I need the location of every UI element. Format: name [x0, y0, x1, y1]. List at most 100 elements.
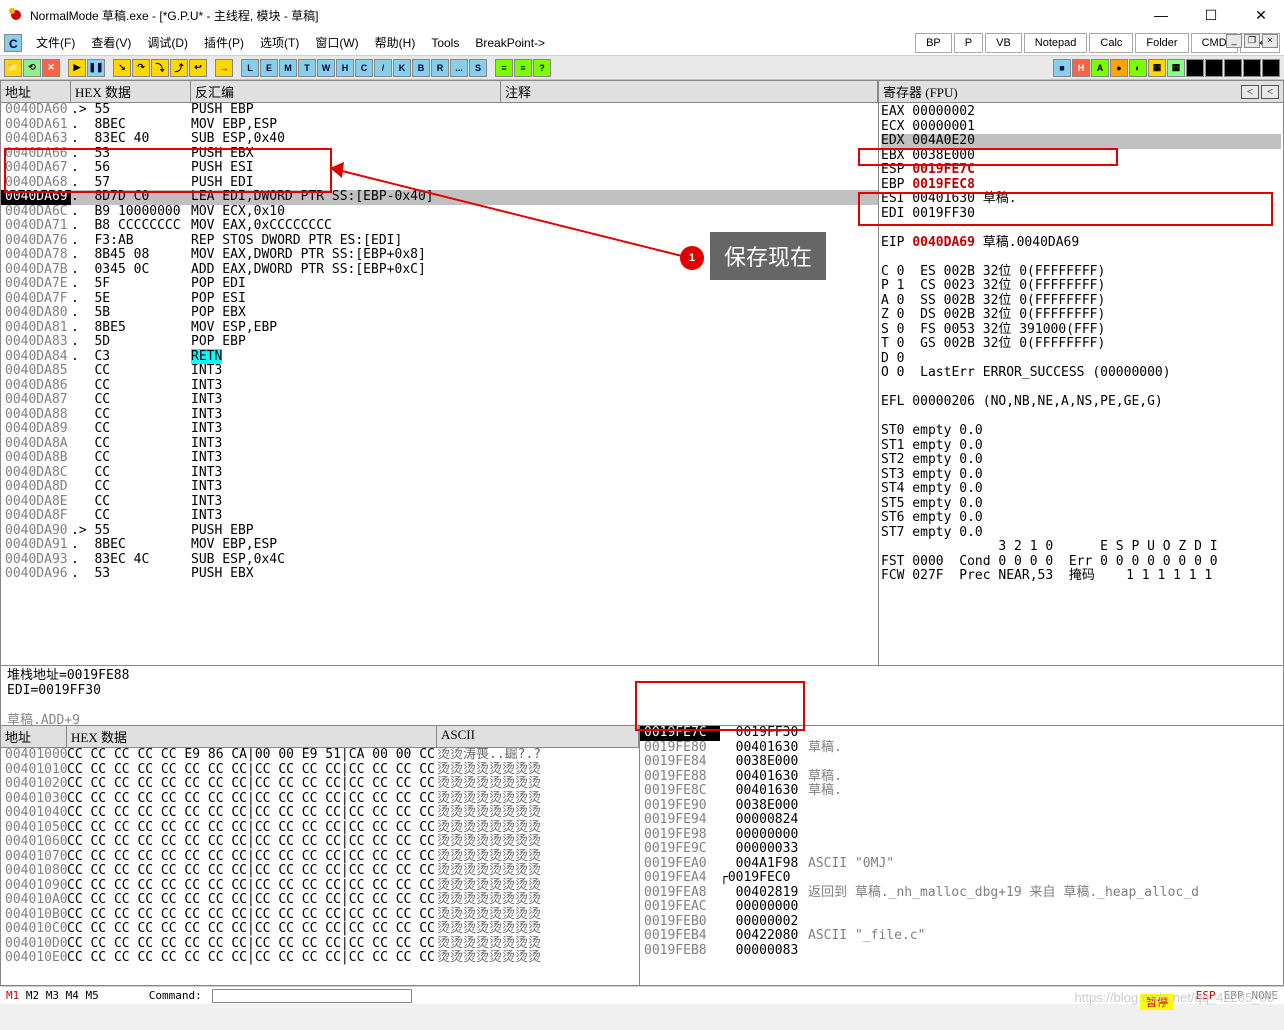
menu-插件(P)[interactable]: 插件(P) — [196, 32, 252, 54]
disasm-row[interactable]: 0040DA89 CC INT3 — [1, 422, 878, 437]
toolbar-T[interactable]: T — [298, 59, 316, 77]
step-over-button[interactable]: ↷ — [132, 59, 150, 77]
disasm-row[interactable]: 0040DA84. C3 RETN — [1, 350, 878, 365]
pause-button[interactable]: ❚❚ — [87, 59, 105, 77]
reg-fwd-button[interactable]: < — [1261, 85, 1279, 99]
menu-文件(F)[interactable]: 文件(F) — [28, 32, 83, 54]
dump-row[interactable]: 004010C0CC CC CC CC CC CC CC CC|CC CC CC… — [1, 922, 639, 937]
stack-row[interactable]: 0019FE7C 0019FF30 — [640, 726, 1283, 741]
dump-row[interactable]: 00401080CC CC CC CC CC CC CC CC|CC CC CC… — [1, 864, 639, 879]
stack-row[interactable]: 0019FE84 0038E000 — [640, 755, 1283, 770]
dump-row[interactable]: 004010D0CC CC CC CC CC CC CC CC|CC CC CC… — [1, 937, 639, 952]
disasm-row[interactable]: 0040DA7F. 5E POP ESI — [1, 292, 878, 307]
maximize-button[interactable]: ☐ — [1196, 7, 1226, 24]
disasm-row[interactable]: 0040DA6C. B9 10000000MOV ECX,0x10 — [1, 205, 878, 220]
disasm-row[interactable]: 0040DA86 CC INT3 — [1, 379, 878, 394]
menu-窗口(W)[interactable]: 窗口(W) — [307, 32, 366, 54]
disasm-row[interactable]: 0040DA85 CC INT3 — [1, 364, 878, 379]
toolbar-W[interactable]: W — [317, 59, 335, 77]
menubtn-folder[interactable]: Folder — [1135, 33, 1188, 53]
menubtn-calc[interactable]: Calc — [1089, 33, 1133, 53]
disassembly-pane[interactable]: 地址 HEX 数据 反汇编 注释 0040DA60.> 55 PUSH EBP0… — [0, 80, 879, 666]
menubtn-bp[interactable]: BP — [915, 33, 952, 53]
minimize-button[interactable]: — — [1146, 7, 1176, 24]
stack-row[interactable]: 0019FE98 00000000 — [640, 828, 1283, 843]
dump-row[interactable]: 00401020CC CC CC CC CC CC CC CC|CC CC CC… — [1, 777, 639, 792]
disasm-row[interactable]: 0040DA8A CC INT3 — [1, 437, 878, 452]
menubtn-p[interactable]: P — [954, 33, 983, 53]
disasm-row[interactable]: 0040DA8E CC INT3 — [1, 495, 878, 510]
disasm-row[interactable]: 0040DA63. 83EC 40 SUB ESP,0x40 — [1, 132, 878, 147]
dump-row[interactable]: 004010A0CC CC CC CC CC CC CC CC|CC CC CC… — [1, 893, 639, 908]
reg-back-button[interactable]: < — [1241, 85, 1259, 99]
disasm-row[interactable]: 0040DA66. 53 PUSH EBX — [1, 147, 878, 162]
status-M5[interactable]: M5 — [86, 989, 99, 1002]
registers-pane[interactable]: 寄存器 (FPU) < < EAX 00000002ECX 00000001ED… — [879, 80, 1284, 666]
stack-row[interactable]: 0019FEA0 004A1F98ASCII "0MJ" — [640, 857, 1283, 872]
disasm-row[interactable]: 0040DA96. 53 PUSH EBX — [1, 567, 878, 582]
toolbar-C[interactable]: C — [355, 59, 373, 77]
status-M4[interactable]: M4 — [66, 989, 86, 1002]
menubtn-vb[interactable]: VB — [985, 33, 1022, 53]
menu-Tools[interactable]: Tools — [423, 32, 467, 54]
dump-row[interactable]: 00401070CC CC CC CC CC CC CC CC|CC CC CC… — [1, 850, 639, 865]
dump-row[interactable]: 004010E0CC CC CC CC CC CC CC CC|CC CC CC… — [1, 951, 639, 966]
mdi-close[interactable]: × — [1262, 34, 1278, 48]
disasm-row[interactable]: 0040DA90.> 55 PUSH EBP — [1, 524, 878, 539]
toolbar-...[interactable]: ... — [450, 59, 468, 77]
plugin-5[interactable]: ◐ — [1129, 59, 1147, 77]
dump-row[interactable]: 00401010CC CC CC CC CC CC CC CC|CC CC CC… — [1, 763, 639, 778]
stack-row[interactable]: 0019FE94 00000824 — [640, 813, 1283, 828]
plugin-1[interactable]: ■ — [1053, 59, 1071, 77]
disasm-row[interactable]: 0040DA87 CC INT3 — [1, 393, 878, 408]
disasm-row[interactable]: 0040DA91. 8BEC MOV EBP,ESP — [1, 538, 878, 553]
status-M3[interactable]: M3 — [46, 989, 66, 1002]
disasm-row[interactable]: 0040DA68. 57 PUSH EDI — [1, 176, 878, 191]
execute-till-return-button[interactable]: ↩ — [189, 59, 207, 77]
dump-row[interactable]: 00401090CC CC CC CC CC CC CC CC|CC CC CC… — [1, 879, 639, 894]
dump-row[interactable]: 00401050CC CC CC CC CC CC CC CC|CC CC CC… — [1, 821, 639, 836]
stack-row[interactable]: 0019FE9C 00000033 — [640, 842, 1283, 857]
stack-row[interactable]: 0019FEB4 00422080ASCII "_file.c" — [640, 929, 1283, 944]
menu-帮助(H)[interactable]: 帮助(H) — [367, 32, 424, 54]
goto-button[interactable]: → — [215, 59, 233, 77]
stack-row[interactable]: 0019FEB0 00000002 — [640, 915, 1283, 930]
dump-row[interactable]: 00401040CC CC CC CC CC CC CC CC|CC CC CC… — [1, 806, 639, 821]
open-button[interactable]: 📁 — [4, 59, 22, 77]
stack-row[interactable]: 0019FE88 00401630草稿. — [640, 770, 1283, 785]
menu-查看(V)[interactable]: 查看(V) — [83, 32, 139, 54]
stack-row[interactable]: 0019FEA4┌0019FEC0 — [640, 871, 1283, 886]
disasm-row[interactable]: 0040DA80. 5B POP EBX — [1, 306, 878, 321]
plugin-10[interactable] — [1224, 59, 1242, 77]
plugin-12[interactable] — [1262, 59, 1280, 77]
toolbar-S[interactable]: S — [469, 59, 487, 77]
disasm-row[interactable]: 0040DA8D CC INT3 — [1, 480, 878, 495]
trace-into-button[interactable]: ⤵ — [151, 59, 169, 77]
plugin-7[interactable]: ▦ — [1167, 59, 1185, 77]
dump-row[interactable]: 004010B0CC CC CC CC CC CC CC CC|CC CC CC… — [1, 908, 639, 923]
plugin-2[interactable]: H — [1072, 59, 1090, 77]
disasm-row[interactable]: 0040DA81. 8BE5 MOV ESP,EBP — [1, 321, 878, 336]
disasm-row[interactable]: 0040DA8C CC INT3 — [1, 466, 878, 481]
dump-row[interactable]: 00401000CC CC CC CC CC E9 86 CA|00 00 E9… — [1, 748, 639, 763]
cpu-window-icon[interactable]: C — [4, 34, 22, 52]
menu-BreakPoint->[interactable]: BreakPoint-> — [467, 32, 553, 54]
disasm-row[interactable]: 0040DA8B CC INT3 — [1, 451, 878, 466]
disasm-row[interactable]: 0040DA67. 56 PUSH ESI — [1, 161, 878, 176]
close-button[interactable]: ✕ — [1246, 7, 1276, 24]
command-input[interactable] — [212, 989, 412, 1003]
disasm-row[interactable]: 0040DA83. 5D POP EBP — [1, 335, 878, 350]
stack-row[interactable]: 0019FE90 0038E000 — [640, 799, 1283, 814]
status-M1[interactable]: M1 — [6, 989, 26, 1002]
mdi-minimize[interactable]: _ — [1226, 34, 1242, 48]
help-button[interactable]: ? — [533, 59, 551, 77]
disasm-row[interactable]: 0040DA60.> 55 PUSH EBP — [1, 103, 878, 118]
toolbar-H[interactable]: H — [336, 59, 354, 77]
dump-row[interactable]: 00401060CC CC CC CC CC CC CC CC|CC CC CC… — [1, 835, 639, 850]
stack-row[interactable]: 0019FE8C 00401630草稿. — [640, 784, 1283, 799]
toolbar-L[interactable]: L — [241, 59, 259, 77]
options-button[interactable]: ≡ — [495, 59, 513, 77]
disasm-row[interactable]: 0040DA8F CC INT3 — [1, 509, 878, 524]
toolbar-R[interactable]: R — [431, 59, 449, 77]
plugin-11[interactable] — [1243, 59, 1261, 77]
